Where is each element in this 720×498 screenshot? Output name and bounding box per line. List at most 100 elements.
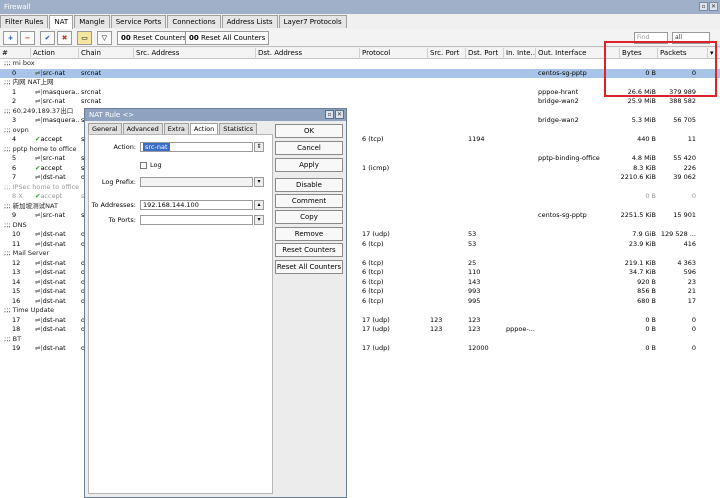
cell-dport: 53 — [468, 239, 477, 248]
add-icon[interactable]: + — [3, 31, 18, 45]
filter-icon[interactable]: ▽ — [97, 31, 112, 45]
tab-service-ports[interactable]: Service Ports — [110, 15, 167, 28]
cell-inif — [504, 164, 536, 174]
cell-packets: 388 582 — [669, 97, 696, 105]
tab-general[interactable]: General — [88, 123, 122, 134]
log-prefix-dropdown-icon[interactable]: ▾ — [254, 177, 264, 187]
cell-dport — [466, 88, 504, 98]
cell-inif — [504, 154, 536, 164]
rule-action-label: src-nat — [42, 211, 66, 219]
col-chain[interactable]: Chain — [79, 48, 134, 59]
rule-number: 7 — [12, 173, 17, 181]
to-addresses-input[interactable]: 192.168.144.100 — [140, 200, 253, 210]
tab-statistics[interactable]: Statistics — [219, 123, 257, 134]
col-number[interactable]: # — [0, 48, 31, 59]
cell-dport — [466, 154, 504, 164]
cell-bytes: 2210.6 KiB — [620, 173, 656, 181]
col-dst-address[interactable]: Dst. Address — [256, 48, 360, 59]
rule-action: ✔accept — [33, 164, 79, 174]
tab-nat[interactable]: NAT — [49, 15, 74, 29]
cell-outif — [536, 325, 620, 335]
cell-inif — [504, 287, 536, 297]
col-action[interactable]: Action — [31, 48, 79, 59]
cell-proto: 6 (tcp) — [362, 287, 384, 295]
disable-button[interactable]: Disable — [275, 178, 343, 192]
disable-icon[interactable]: ✖ — [57, 31, 72, 45]
rule-number: 16 — [12, 296, 21, 305]
col-src-port[interactable]: Src. Port — [428, 48, 466, 59]
remove-button[interactable]: Remove — [275, 227, 343, 241]
nat-action-icon: ⇌| — [35, 344, 43, 352]
to-ports-input[interactable] — [140, 215, 253, 225]
rule-action: ⇌|dst-nat — [33, 316, 79, 326]
action-select[interactable]: src-nat — [140, 142, 253, 152]
cell-inif — [504, 259, 536, 269]
cell-proto — [360, 97, 428, 107]
tab-mangle[interactable]: Mangle — [74, 15, 110, 28]
rule-action-label: src-nat — [42, 97, 66, 105]
cell-dport: 123 — [468, 325, 481, 333]
cell-sport — [428, 230, 466, 240]
col-protocol[interactable]: Protocol — [360, 48, 428, 59]
cell-sport — [428, 97, 466, 107]
col-src-address[interactable]: Src. Address — [134, 48, 256, 59]
rule-action-label: dst-nat — [42, 277, 66, 286]
nat-action-icon: ⇌| — [35, 211, 43, 219]
cell-bytes: 0 B — [645, 325, 656, 333]
cell-bytes: 856 B — [637, 287, 656, 295]
comment-icon[interactable]: ▭ — [77, 31, 92, 45]
ok-button[interactable]: OK — [275, 124, 343, 138]
cell-bytes: 8.3 KiB — [633, 163, 656, 172]
reset-all-counters-button[interactable]: 00 Reset All Counters — [185, 31, 270, 45]
cell-dport: 25 — [468, 258, 477, 267]
tab-connections[interactable]: Connections — [167, 15, 221, 28]
restore-icon[interactable]: ▫ — [325, 110, 334, 119]
cell-sport — [428, 240, 466, 250]
tab-layer7-protocols[interactable]: Layer7 Protocols — [278, 15, 347, 28]
to-ports-dropdown-icon[interactable]: ▾ — [254, 215, 264, 225]
cell-bytes: 219.1 KiB — [624, 258, 656, 267]
cell-bytes: 34.7 KiB — [628, 268, 656, 276]
table-row[interactable]: 2 ⇌|src-nat srcnat bridge-wan2 25.9 MiB 388 5… — [0, 97, 720, 107]
comment-text: ;;; 内网 NAT上网 — [4, 78, 54, 86]
cell-dport — [466, 173, 504, 183]
tab-action[interactable]: Action — [189, 123, 219, 134]
reset-all-counters-button[interactable]: Reset All Counters — [275, 260, 343, 274]
tab-filter-rules[interactable]: Filter Rules — [0, 15, 49, 28]
apply-button[interactable]: Apply — [275, 158, 343, 172]
log-prefix-label: Log Prefix: — [101, 178, 136, 186]
tab-advanced[interactable]: Advanced — [122, 123, 163, 134]
cell-inif — [504, 88, 536, 98]
rule-action: ⇌|src-nat — [33, 211, 79, 221]
log-checkbox[interactable] — [140, 162, 147, 169]
cancel-button[interactable]: Cancel — [275, 141, 343, 155]
tab-extra[interactable]: Extra — [163, 123, 189, 134]
reset-counters-button[interactable]: Reset Counters — [275, 243, 343, 257]
restore-icon[interactable]: ▫ — [699, 2, 708, 11]
enable-icon[interactable]: ✔ — [40, 31, 55, 45]
close-icon[interactable]: ✕ — [335, 110, 344, 119]
cell-dport — [466, 116, 504, 126]
cell-dport — [466, 97, 504, 107]
cell-sport — [428, 135, 466, 145]
close-icon[interactable]: ✕ — [709, 2, 718, 11]
log-prefix-input[interactable] — [140, 177, 253, 187]
cell-outif — [536, 135, 620, 145]
to-addresses-up-icon[interactable]: ▴ — [254, 200, 264, 210]
remove-icon[interactable]: − — [20, 31, 35, 45]
cell-sport — [428, 344, 466, 354]
col-in-interface[interactable]: In. Inte... — [504, 48, 536, 59]
action-dropdown-icon[interactable]: ⇕ — [254, 142, 264, 152]
cell-outif: bridge-wan2 — [538, 116, 579, 124]
reset-counters-button[interactable]: 00 Reset Counters — [117, 31, 191, 45]
rule-action-label: dst-nat — [42, 239, 66, 248]
dialog-titlebar: NAT Rule <> ▫ ✕ — [85, 109, 346, 121]
copy-button[interactable]: Copy — [275, 210, 343, 224]
comment-button[interactable]: Comment — [275, 194, 343, 208]
cell-packets: 226 — [683, 163, 696, 172]
nat-rule-dialog: NAT Rule <> ▫ ✕ General Advanced Extra A… — [84, 108, 347, 498]
col-dst-port[interactable]: Dst. Port — [466, 48, 504, 59]
tab-address-lists[interactable]: Address Lists — [221, 15, 278, 28]
rule-action-label: dst-nat — [42, 268, 66, 276]
cell-packets: 0 — [691, 315, 696, 324]
